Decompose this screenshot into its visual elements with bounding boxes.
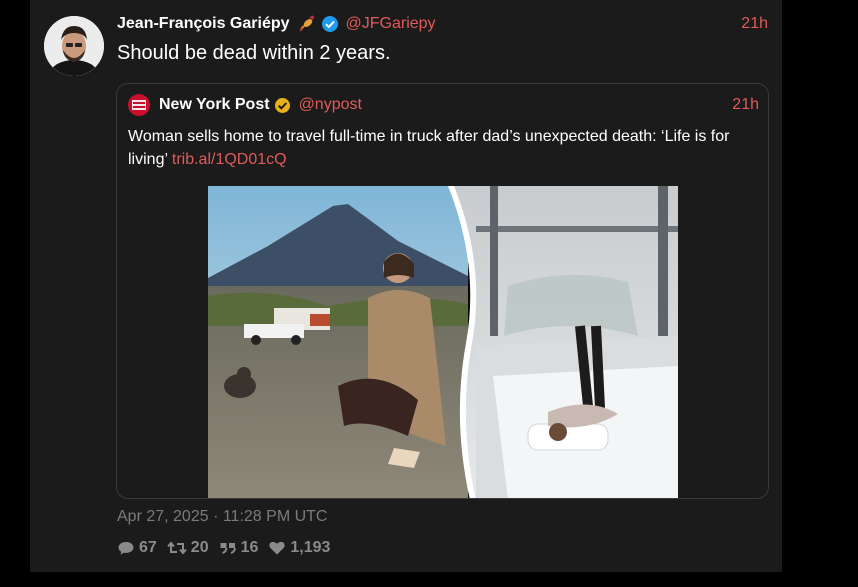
reply-count[interactable]: 67	[117, 539, 157, 557]
quote-count-value: 16	[240, 539, 259, 556]
reply-count-value: 67	[139, 539, 157, 556]
verified-badge-icon	[321, 15, 339, 33]
quoted-tweet[interactable]: New York Post @nypost 21h Woman sells ho…	[116, 83, 769, 499]
retweet-count[interactable]: 20	[167, 539, 209, 557]
retweet-count-value: 20	[190, 539, 209, 556]
tweet-date[interactable]: Apr 27, 2025 · 11:28 PM UTC	[117, 508, 327, 526]
nypost-logo-icon[interactable]	[128, 94, 150, 116]
candy-icon	[298, 15, 316, 33]
like-count[interactable]: 1,193	[268, 539, 330, 557]
quoted-tweet-time[interactable]: 21h	[732, 96, 759, 114]
author-handle[interactable]: @JFGariepy	[346, 15, 436, 33]
tweet-stats: 67 20 16 1,193	[117, 539, 340, 557]
quoted-tweet-image[interactable]	[208, 186, 678, 498]
tweet-text: Should be dead within 2 years.	[117, 42, 391, 64]
quoted-tweet-link[interactable]: trib.al/1QD01cQ	[172, 151, 287, 168]
quoted-author-name[interactable]: New York Post	[159, 96, 270, 114]
author-name[interactable]: Jean-François Gariépy	[117, 15, 290, 33]
tweet-time[interactable]: 21h	[741, 15, 768, 33]
quote-count[interactable]: 16	[219, 539, 259, 557]
comment-icon	[118, 542, 134, 555]
quoted-tweet-header: New York Post @nypost 21h	[128, 94, 759, 116]
retweet-icon	[167, 541, 187, 555]
quote-icon	[220, 543, 236, 554]
like-count-value: 1,193	[290, 539, 331, 556]
verified-gold-badge-icon	[274, 97, 291, 114]
quoted-tweet-text: Woman sells home to travel full-time in …	[128, 125, 753, 171]
heart-icon	[269, 541, 286, 555]
tweet-header: Jean-François Gariépy @JFGariepy 21h	[117, 13, 768, 35]
author-avatar[interactable]	[44, 16, 104, 76]
quoted-author-handle[interactable]: @nypost	[299, 96, 362, 114]
